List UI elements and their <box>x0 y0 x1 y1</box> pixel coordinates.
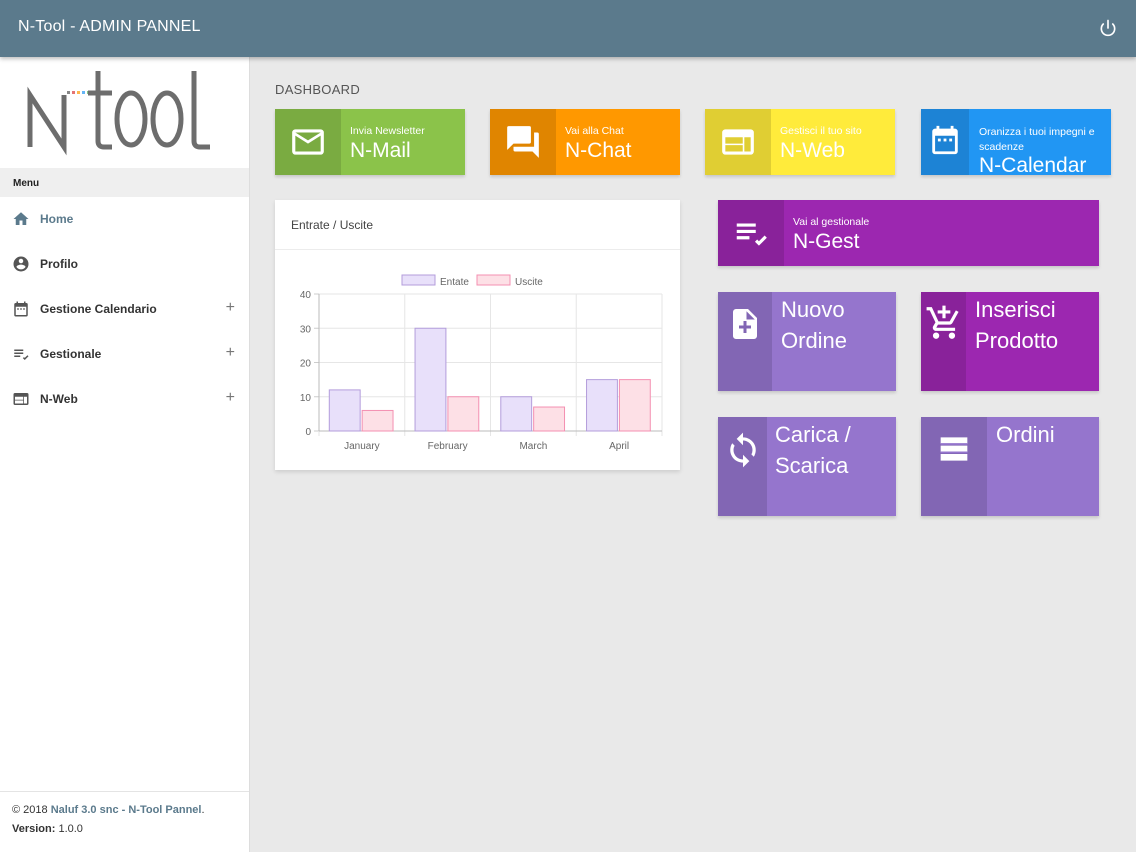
tile-subtitle: Vai alla Chat <box>565 125 624 137</box>
bar-uscite-january <box>361 409 394 432</box>
bar-entate-january <box>328 389 361 432</box>
tile-subtitle: Invia Newsletter <box>350 125 425 137</box>
sidebar-item-label: N-Web <box>40 392 78 406</box>
tile-n-chat[interactable]: Vai alla Chat N-Chat <box>490 109 680 175</box>
chart-card-title: Entrate / Uscite <box>291 218 374 232</box>
chart: 0 10 20 30 40 January February March April Entate… <box>300 274 663 452</box>
calendar-icon <box>14 301 28 317</box>
cart-plus-icon <box>926 305 959 339</box>
email-icon <box>292 129 324 155</box>
expand-icon[interactable]: + <box>226 344 235 362</box>
y-tick-label: 10 <box>300 393 312 404</box>
expand-icon[interactable]: + <box>226 389 235 407</box>
tile-title: N-Web <box>780 139 845 162</box>
power-icon[interactable] <box>1098 18 1118 38</box>
tile-title-line2: Scarica <box>775 453 849 478</box>
sidebar-item-gestione-calendario[interactable]: Gestione Calendario + <box>0 287 249 332</box>
logo-image <box>27 71 210 156</box>
tile-nuovo-ordine[interactable]: Nuovo Ordine <box>718 292 896 391</box>
tile-ordini[interactable]: Ordini <box>921 417 1099 516</box>
tile-title-line1: Ordini <box>996 422 1055 447</box>
tile-title: N-Mail <box>350 139 411 162</box>
legend-swatch <box>476 274 511 286</box>
sidebar-item-gestionale[interactable]: Gestionale + <box>0 332 249 377</box>
tile-title-line1: Inserisci <box>975 297 1056 322</box>
tile-n-gest[interactable]: Vai al gestionale N-Gest <box>718 200 1099 266</box>
tile-title-line1: Nuovo <box>781 297 845 322</box>
app-title: N-Tool - ADMIN PANNEL <box>18 18 201 35</box>
x-tick-label: March <box>519 441 547 452</box>
sidebar-item-profilo[interactable]: Profilo <box>0 242 249 287</box>
company-link[interactable]: Naluf 3.0 snc - N-Tool Pannel <box>51 804 202 816</box>
sidebar-item-label: Gestionale <box>40 347 102 361</box>
playlist-check-icon <box>736 223 767 246</box>
sidebar-item-home[interactable]: Home <box>0 197 249 242</box>
web-icon <box>722 129 754 155</box>
tile-n-calendar[interactable]: Oranizza i tuoi impegni e scadenze N-Cal… <box>921 109 1111 175</box>
sidebar: Menu Home Profilo Gestione Calendario + … <box>0 57 250 852</box>
bar-entate-february <box>414 327 447 432</box>
tile-inserisci-prodotto[interactable]: Inserisci Prodotto <box>921 292 1099 391</box>
y-tick-label: 20 <box>300 359 312 370</box>
tile-title-line2: Prodotto <box>975 328 1059 353</box>
tile-subtitle: Vai al gestionale <box>793 216 870 228</box>
tile-subtitle: Oranizza i tuoi impegni e scadenze <box>979 126 1095 153</box>
list-icon <box>940 437 968 461</box>
x-tick-label: April <box>609 441 629 452</box>
file-plus-icon <box>733 309 757 339</box>
tile-title-line2: Ordine <box>781 328 848 353</box>
chart-card: Entrate / Uscite 0 10 20 30 40 January Februar… <box>275 200 680 470</box>
sync-icon <box>729 432 756 468</box>
tile-n-web[interactable]: Gestisci il tuo sito N-Web <box>705 109 895 175</box>
sidebar-item-label: Profilo <box>40 257 78 271</box>
x-tick-label: January <box>344 441 380 452</box>
tile-n-mail[interactable]: Invia Newsletter N-Mail <box>275 109 465 175</box>
legend-label: Uscite <box>515 277 543 288</box>
y-tick-label: 0 <box>305 427 311 438</box>
expand-icon[interactable]: + <box>226 299 235 317</box>
legend-label: Entate <box>440 277 469 288</box>
home-icon <box>13 212 29 225</box>
page-title: DASHBOARD <box>275 82 361 97</box>
sidebar-footer: © 2018 Naluf 3.0 snc - N-Tool Pannel. Ve… <box>0 791 249 842</box>
tile-title: N-Calendar <box>979 154 1087 175</box>
sidebar-item-n-web[interactable]: N-Web + <box>0 377 249 422</box>
y-tick-label: 40 <box>300 290 312 301</box>
calendar-icon <box>932 125 958 155</box>
bar-uscite-february <box>447 396 480 432</box>
tile-title-line1: Carica / <box>775 422 851 447</box>
copyright: © 2018 Naluf 3.0 snc - N-Tool Pannel. <box>12 804 205 816</box>
bar-entate-march <box>500 396 533 432</box>
sidebar-item-label: Gestione Calendario <box>40 302 157 316</box>
menu-header: Menu <box>0 168 249 197</box>
sidebar-item-label: Home <box>40 212 74 226</box>
web-icon <box>13 393 29 405</box>
top-app-bar: N-Tool - ADMIN PANNEL <box>0 0 1136 57</box>
forum-icon <box>507 126 539 158</box>
divider <box>275 249 680 250</box>
version: Version: 1.0.0 <box>12 823 83 835</box>
legend-swatch <box>401 274 436 286</box>
account-circle-icon <box>13 256 29 272</box>
bar-uscite-march <box>533 406 566 432</box>
tile-title: N-Chat <box>565 139 632 162</box>
bar-entate-april <box>586 379 618 432</box>
logo[interactable] <box>0 57 249 168</box>
bar-uscite-april <box>618 379 651 432</box>
tile-title: N-Gest <box>793 230 860 253</box>
playlist-check-icon <box>14 349 29 360</box>
tile-carica-scarica[interactable]: Carica / Scarica <box>718 417 896 516</box>
tile-subtitle: Gestisci il tuo sito <box>780 125 862 137</box>
y-tick-label: 30 <box>300 324 312 335</box>
x-tick-label: February <box>428 441 468 452</box>
sidebar-nav: Home Profilo Gestione Calendario + Gesti… <box>0 197 249 422</box>
